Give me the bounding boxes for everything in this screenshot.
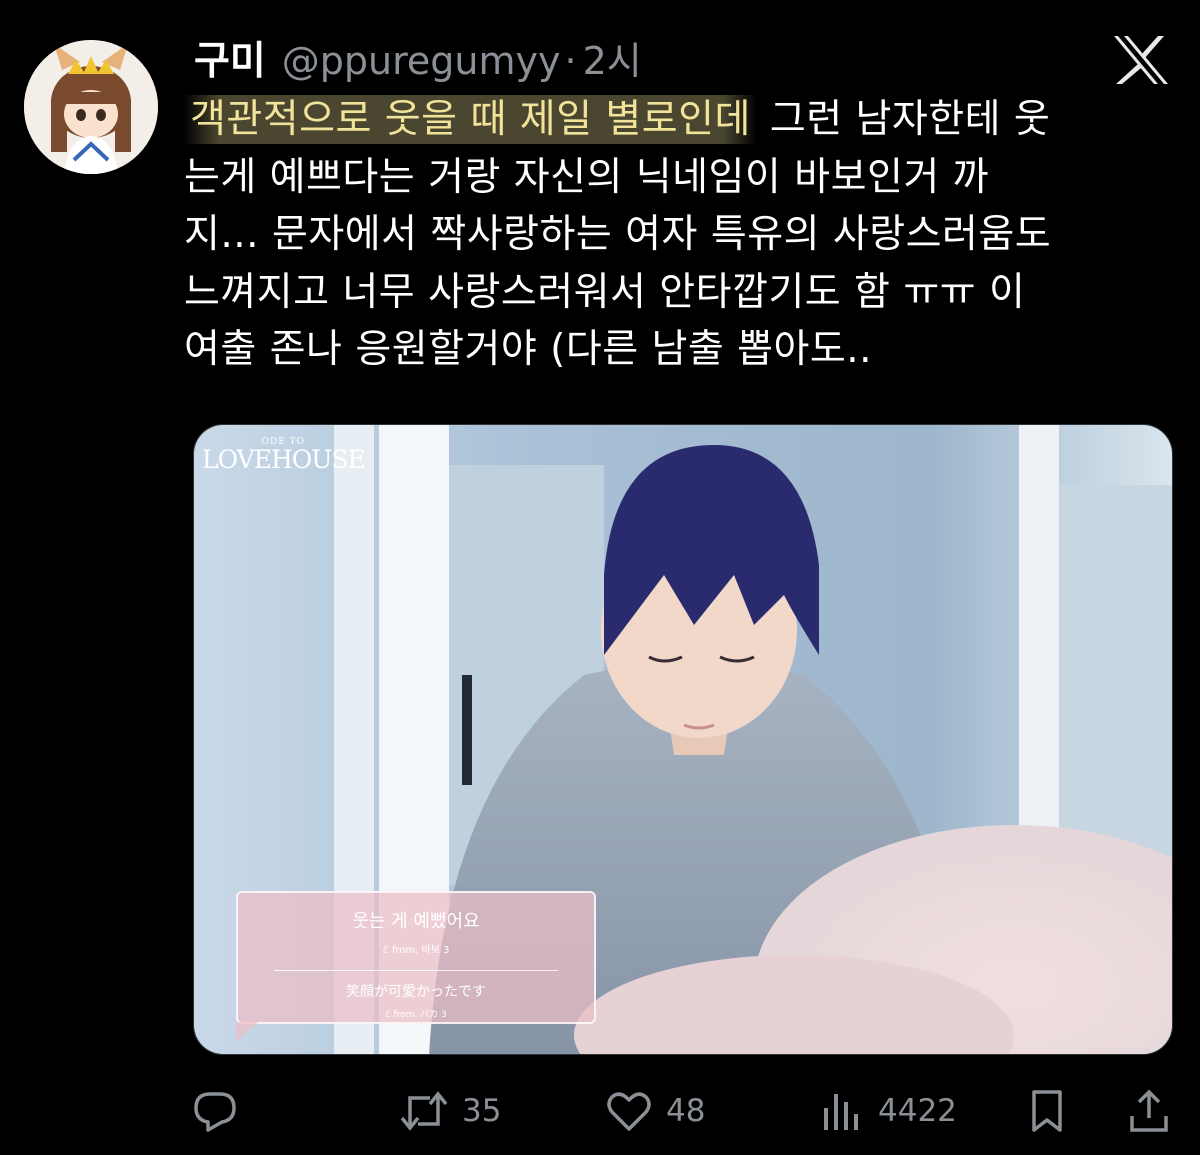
bookmark-icon <box>1032 1090 1062 1132</box>
show-logo-main: LOVEHOUSE <box>202 445 366 474</box>
share-button[interactable] <box>1126 1085 1172 1137</box>
tweet-line-2: 는게 예쁘다는 거랑 자신의 닉네임이 바보인거 까 <box>184 154 989 200</box>
tweet-line-1: 객관적으로 웃을 때 제일 별로인데 그런 남자한테 웃 <box>184 91 1174 149</box>
views-button[interactable]: 4422 <box>818 1085 957 1137</box>
bookmark-button[interactable] <box>1024 1085 1070 1137</box>
retweet-button[interactable]: 35 <box>398 1085 501 1137</box>
heart-icon <box>607 1092 651 1131</box>
view-count: 4422 <box>878 1093 957 1129</box>
avatar-image <box>24 40 158 174</box>
retweet-icon <box>400 1091 448 1131</box>
tweet-text: 객관적으로 웃을 때 제일 별로인데 그런 남자한테 웃 는게 예쁘다는 거랑 … <box>184 91 1174 379</box>
highlighted-text: 객관적으로 웃을 때 제일 별로인데 <box>184 95 757 144</box>
retweet-count: 35 <box>462 1093 502 1129</box>
author-handle[interactable]: @ppuregumyy <box>282 39 561 83</box>
tweet-line-4: 느껴지고 너무 사랑스러워서 안타깝기도 함 ㅠㅠ 이 <box>184 269 1026 315</box>
avatar[interactable] <box>24 40 158 174</box>
like-button[interactable]: 48 <box>604 1085 705 1137</box>
views-icon <box>824 1094 858 1130</box>
tweet-text-rest: 그런 남자한테 웃 <box>756 97 1051 142</box>
reply-button[interactable] <box>190 1085 240 1137</box>
caption-korean-from: ℰ from. 바보 3 <box>382 945 450 956</box>
tweet-line-3: 지... 문자에서 짝사랑하는 여자 특유의 사랑스러움도 <box>184 212 1052 257</box>
action-bar: 35 48 4422 <box>190 1085 1180 1137</box>
x-logo-icon[interactable] <box>1112 34 1170 86</box>
caption-japanese: 笑顔が可愛かったです <box>346 984 486 1000</box>
tweet-line-5: 여출 존나 응원할거야 (다른 남출 뽑아도.. <box>184 327 873 372</box>
separator-dot: · <box>564 39 577 83</box>
timestamp[interactable]: 2시 <box>583 30 642 85</box>
message-caption: 웃는 게 예뻤어요 ℰ from. 바보 3 笑顔が可愛かったです ℰ from… <box>236 891 596 1024</box>
like-count: 48 <box>666 1093 706 1129</box>
caption-divider <box>273 970 559 971</box>
share-icon <box>1130 1089 1168 1132</box>
show-logo: ODE TO LOVEHOUSE <box>202 437 366 474</box>
author-name[interactable]: 구미 <box>194 30 266 86</box>
reply-icon <box>194 1092 236 1132</box>
caption-korean: 웃는 게 예뻤어요 <box>352 911 480 932</box>
tweet-header: 구미 @ppuregumyy · 2시 <box>194 30 642 86</box>
tweet: 구미 @ppuregumyy · 2시 객관적으로 웃을 때 제일 별로인데 그… <box>0 0 1200 1155</box>
caption-japanese-from: ℰ from. バカ 3 <box>385 1010 447 1020</box>
tweet-media[interactable]: ODE TO LOVEHOUSE 웃는 게 예뻤어요 ℰ from. 바보 3 … <box>193 424 1173 1055</box>
